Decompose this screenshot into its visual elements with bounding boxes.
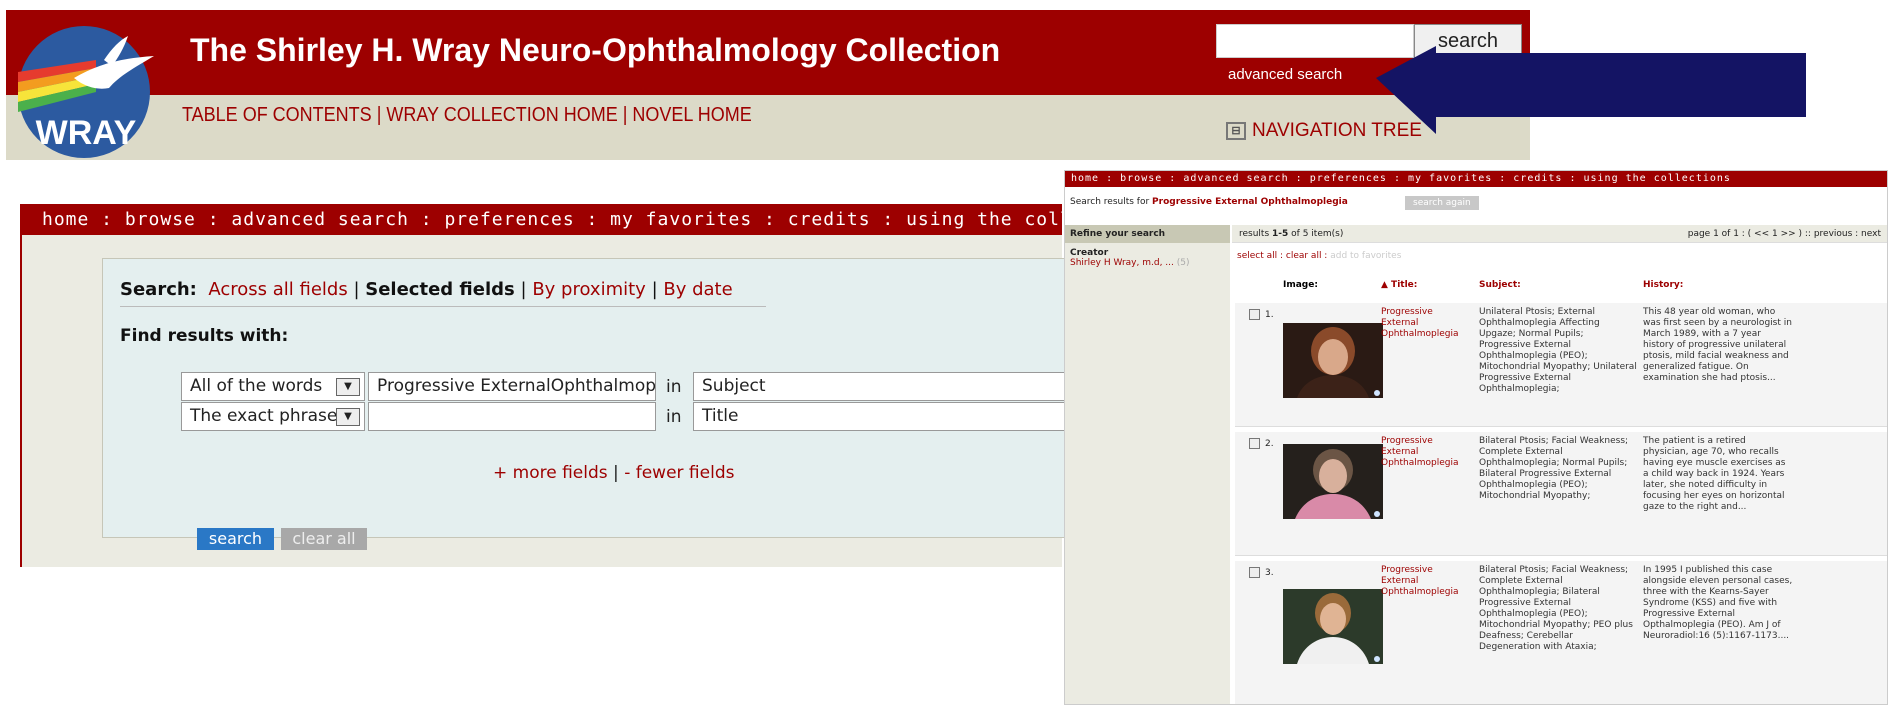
creator-label: Creator xyxy=(1070,248,1109,258)
query-text: Progressive External Ophthalmoplegia xyxy=(1152,197,1348,207)
search-label: Search: xyxy=(120,279,197,300)
search-modes: Search: Across all fields | Selected fie… xyxy=(120,279,766,307)
wray-home-link[interactable]: WRAY COLLECTION HOME xyxy=(386,104,617,126)
collection-nav-bar[interactable]: home : browse : advanced search : prefer… xyxy=(22,204,1062,235)
col-header-subject[interactable]: Subject: xyxy=(1479,271,1521,299)
results-bar: results 1-5 of 5 item(s) page 1 of 1 : (… xyxy=(1232,225,1887,243)
logo-text: WRAY xyxy=(36,114,137,152)
separator: | xyxy=(520,279,527,300)
field-count-controls: + more fields | - fewer fields xyxy=(493,463,734,483)
col-header-image: Image: xyxy=(1283,280,1318,290)
field-select-1[interactable]: Subject xyxy=(693,372,1065,401)
result-title-link[interactable]: Progressive External Ophthalmoplegia xyxy=(1381,565,1466,598)
match-type-value: The exact phrase xyxy=(190,406,338,426)
results-for-text: Search results for Progressive External … xyxy=(1070,197,1348,207)
video-thumbnail[interactable] xyxy=(1283,323,1383,398)
chevron-down-icon[interactable]: ▼ xyxy=(336,408,360,426)
field-select-2[interactable]: Title xyxy=(693,402,1065,431)
results-suffix: of 5 item(s) xyxy=(1291,229,1344,239)
table-row: 2. Progressive External Ophthalmoplegia … xyxy=(1235,432,1887,556)
fewer-fields-link[interactable]: - fewer fields xyxy=(624,463,734,483)
row-checkbox[interactable] xyxy=(1249,309,1260,320)
search-form-box: Search: Across all fields | Selected fie… xyxy=(102,258,1065,550)
match-type-select-1[interactable]: All of the words ▼ xyxy=(181,372,365,401)
in-label: in xyxy=(666,407,682,427)
separator: | xyxy=(651,279,658,300)
result-subject: Unilateral Ptosis; External Ophthalmople… xyxy=(1479,307,1637,394)
wray-logo[interactable]: WRAY xyxy=(4,18,164,158)
find-results-label: Find results with: xyxy=(120,326,289,346)
search-form-body: Search: Across all fields | Selected fie… xyxy=(22,235,1065,567)
refine-header: Refine your search xyxy=(1065,225,1230,243)
chevron-down-icon[interactable]: ▼ xyxy=(336,378,360,396)
novel-home-link[interactable]: NOVEL HOME xyxy=(632,104,751,126)
result-title-link[interactable]: Progressive External Ophthalmoplegia xyxy=(1381,307,1466,340)
tree-icon: ⊟ xyxy=(1226,122,1246,140)
site-title: The Shirley H. Wray Neuro-Ophthalmology … xyxy=(190,32,1001,68)
result-subject: Bilateral Ptosis; Facial Weakness; Compl… xyxy=(1479,565,1633,652)
search-results-panel: home : browse : advanced search : prefer… xyxy=(1064,170,1888,705)
match-type-select-2[interactable]: The exact phrase ▼ xyxy=(181,402,365,431)
add-to-favorites-link[interactable]: add to favorites xyxy=(1330,251,1401,261)
search-term-input-1[interactable]: Progressive ExternalOphthalmopleg xyxy=(368,372,656,401)
top-nav: TABLE OF CONTENTS | WRAY COLLECTION HOME… xyxy=(182,104,752,126)
in-label: in xyxy=(666,377,682,397)
advanced-search-link[interactable]: advanced search xyxy=(1228,66,1342,83)
row-number: 1. xyxy=(1265,310,1274,320)
mode-by-proximity[interactable]: By proximity xyxy=(532,279,646,300)
row-checkbox[interactable] xyxy=(1249,567,1260,578)
mode-selected-fields[interactable]: Selected fields xyxy=(365,279,515,300)
result-history: This 48 year old woman, who was first se… xyxy=(1643,307,1792,383)
row-number: 3. xyxy=(1265,568,1274,578)
result-title-link[interactable]: Progressive External Ophthalmoplegia xyxy=(1381,436,1466,469)
row-checkbox[interactable] xyxy=(1249,438,1260,449)
pagination[interactable]: page 1 of 1 : ( << 1 >> ) :: previous : … xyxy=(1688,225,1881,243)
search-term-input-2[interactable] xyxy=(368,402,656,431)
video-thumbnail[interactable] xyxy=(1283,589,1383,664)
table-row: 1. Progressive External Ophthalmoplegia … xyxy=(1235,303,1887,427)
table-row: 3. Progressive External Ophthalmoplegia … xyxy=(1235,561,1887,704)
results-for-label: Search results for xyxy=(1070,197,1150,207)
row-number: 2. xyxy=(1265,439,1274,449)
more-fields-link[interactable]: + more fields xyxy=(493,463,608,483)
col-header-history[interactable]: History: xyxy=(1643,271,1683,299)
video-thumbnail[interactable] xyxy=(1283,444,1383,519)
col-header-title[interactable]: ▲ Title: xyxy=(1381,271,1417,299)
select-clear-links[interactable]: select all : clear all : xyxy=(1237,251,1327,261)
results-nav-bar[interactable]: home : browse : advanced search : prefer… xyxy=(1065,171,1887,187)
advanced-search-panel: home : browse : advanced search : prefer… xyxy=(20,204,1065,567)
creator-count: (5) xyxy=(1176,258,1190,268)
search-button[interactable]: search xyxy=(197,528,274,550)
creator-facet[interactable]: Shirley H Wray, m.d, ... (5) xyxy=(1065,258,1230,268)
mode-across-all-fields[interactable]: Across all fields xyxy=(208,279,347,300)
separator: | xyxy=(353,279,360,300)
match-type-value: All of the words xyxy=(190,376,323,396)
result-history: The patient is a retired physician, age … xyxy=(1643,436,1786,512)
annotation-arrow xyxy=(1376,46,1806,134)
clear-all-button[interactable]: clear all xyxy=(281,528,367,550)
selection-links: select all : clear all : add to favorite… xyxy=(1237,251,1401,261)
results-range: 1-5 xyxy=(1272,229,1289,239)
refine-sidebar: Refine your search Creator Shirley H Wra… xyxy=(1065,225,1230,704)
search-again-button[interactable]: search again xyxy=(1405,196,1479,210)
mode-by-date[interactable]: By date xyxy=(663,279,732,300)
result-subject: Bilateral Ptosis; Facial Weakness; Compl… xyxy=(1479,436,1629,501)
toc-link[interactable]: TABLE OF CONTENTS xyxy=(182,104,372,126)
creator-value[interactable]: Shirley H Wray, m.d, ... xyxy=(1070,258,1174,268)
results-prefix: results xyxy=(1239,229,1270,239)
separator: | xyxy=(613,463,619,483)
result-history: In 1995 I published this case alongside … xyxy=(1643,565,1793,641)
results-table: Image: ▲ Title: Subject: History: 1. Pro… xyxy=(1235,271,1887,704)
